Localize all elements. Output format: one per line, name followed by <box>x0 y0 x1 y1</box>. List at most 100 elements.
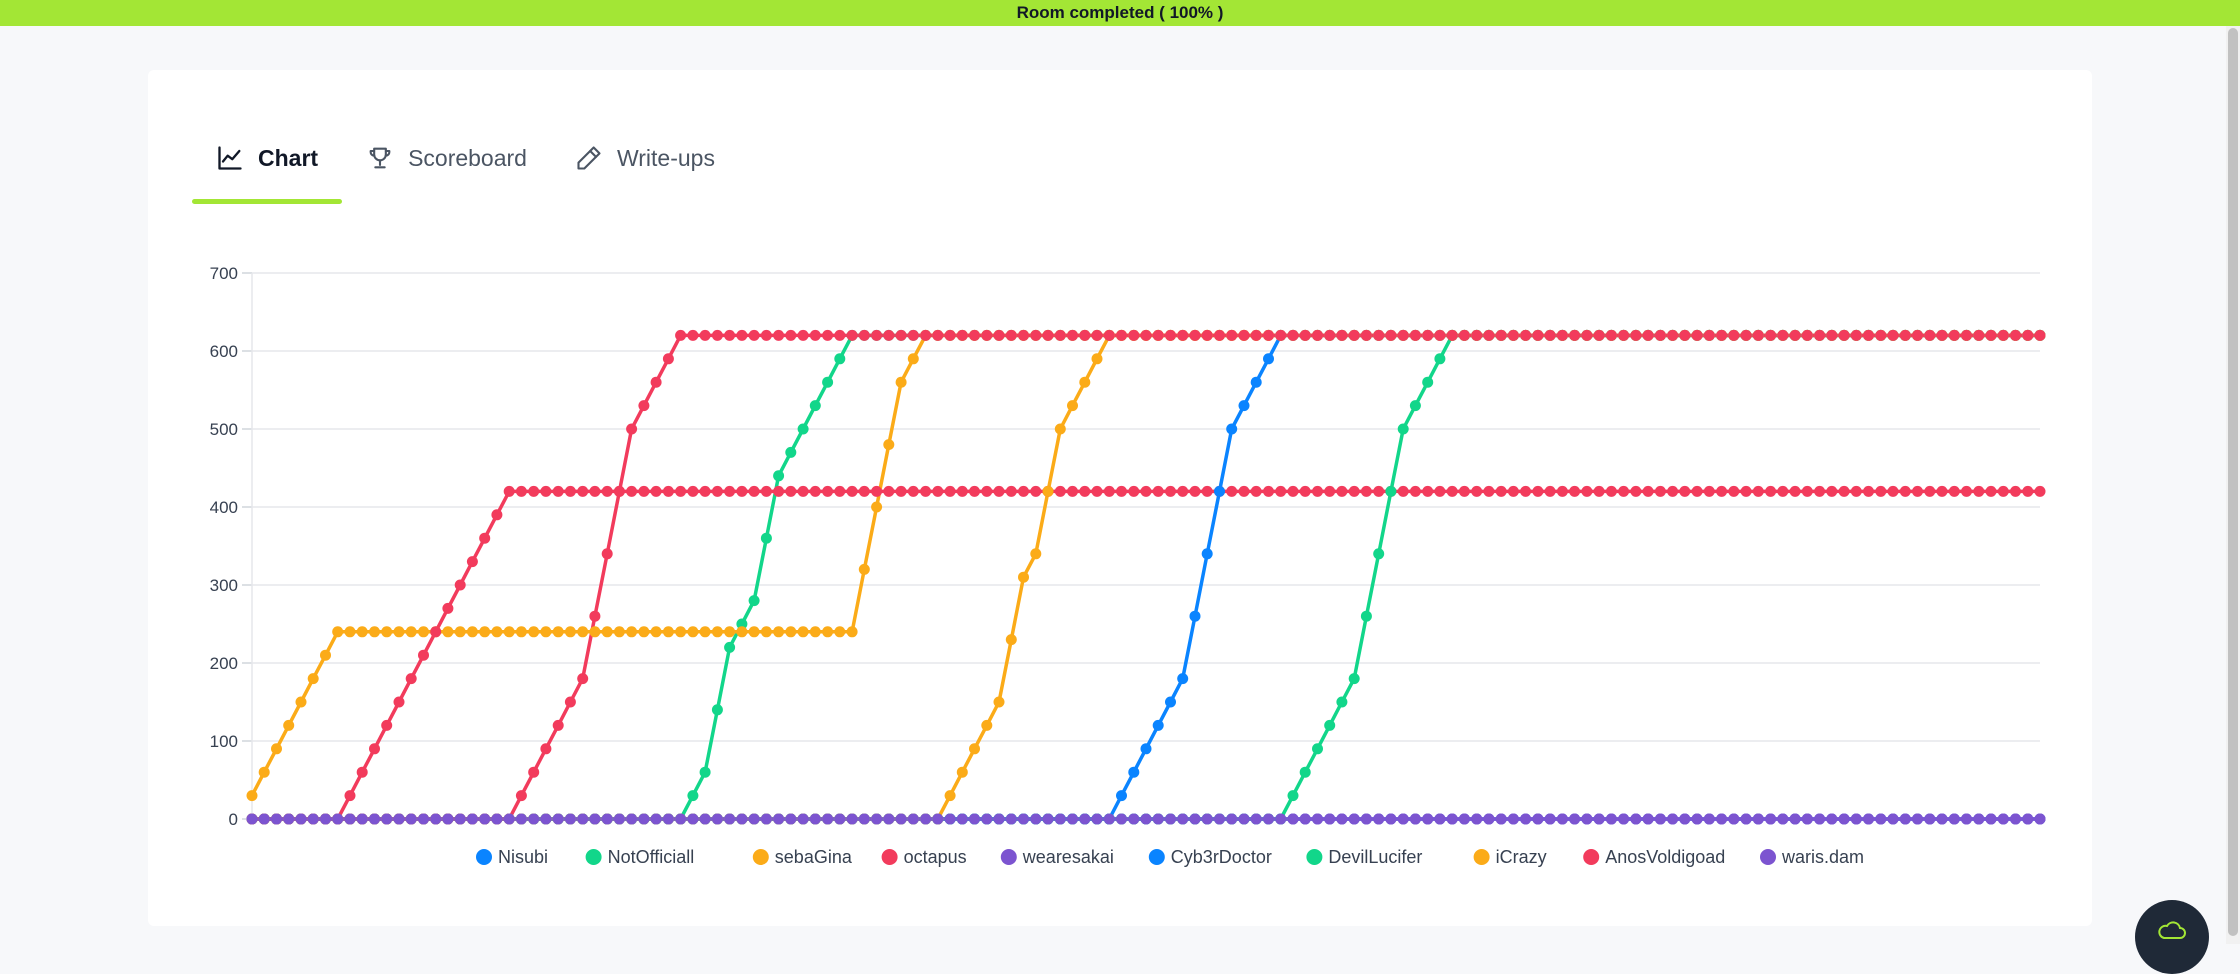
support-chat-button[interactable] <box>2135 900 2209 974</box>
data-point-iCrazy <box>981 719 993 731</box>
data-point-octapus <box>687 485 699 497</box>
data-point-iCrazy <box>1018 571 1029 583</box>
data-point-Cyb3rDoctor <box>1177 673 1189 685</box>
data-point-sebaGina <box>246 790 258 802</box>
data-point-waris.dam <box>638 813 650 825</box>
data-point-AnosVoldigoad <box>626 423 638 435</box>
y-tick-label: 700 <box>210 264 238 283</box>
data-point-waris.dam <box>601 813 613 825</box>
data-point-sebaGina <box>295 696 307 708</box>
data-point-sebaGina <box>675 626 687 638</box>
data-point-waris.dam <box>724 813 736 825</box>
data-point-waris.dam <box>307 813 319 825</box>
data-point-AnosVoldigoad <box>1752 329 1764 341</box>
data-point-octapus <box>1458 485 1470 497</box>
data-point-waris.dam <box>1569 813 1581 825</box>
data-point-octapus <box>1850 485 1862 497</box>
data-point-waris.dam <box>381 813 393 825</box>
data-point-waris.dam <box>907 813 919 825</box>
data-point-waris.dam <box>1054 813 1066 825</box>
data-point-AnosVoldigoad <box>1997 329 2009 341</box>
data-point-octapus <box>1765 485 1777 497</box>
data-point-octapus <box>1054 485 1066 497</box>
data-point-octapus <box>1152 485 1164 497</box>
data-point-waris.dam <box>1238 813 1250 825</box>
data-point-octapus <box>1165 485 1176 497</box>
data-point-AnosVoldigoad <box>2010 329 2021 341</box>
data-point-AnosVoldigoad <box>1630 329 1642 341</box>
data-point-octapus <box>1030 485 1042 497</box>
data-point-waris.dam <box>1973 813 1985 825</box>
data-point-waris.dam <box>258 813 270 825</box>
data-point-AnosVoldigoad <box>1116 329 1127 341</box>
legend-marker-octapus <box>881 849 898 865</box>
data-point-DevilLucifer <box>1336 696 1348 708</box>
data-point-octapus <box>405 673 417 685</box>
data-point-NotOfficiall <box>748 595 760 607</box>
data-point-AnosVoldigoad <box>699 329 711 341</box>
data-point-waris.dam <box>1667 813 1679 825</box>
data-point-AnosVoldigoad <box>748 329 760 341</box>
y-tick-label: 300 <box>210 576 238 595</box>
data-point-octapus <box>760 485 772 497</box>
data-point-NotOfficiall <box>760 532 772 544</box>
data-point-iCrazy <box>969 743 980 755</box>
data-point-octapus <box>1544 485 1556 497</box>
data-point-octapus <box>1324 485 1336 497</box>
data-point-octapus <box>1618 485 1630 497</box>
legend-label-wearesakai: wearesakai <box>1022 847 1114 867</box>
data-point-waris.dam <box>1348 813 1360 825</box>
data-point-octapus <box>1605 485 1617 497</box>
data-point-waris.dam <box>1005 813 1017 825</box>
data-point-waris.dam <box>871 813 883 825</box>
data-point-octapus <box>883 485 895 497</box>
data-point-waris.dam <box>1385 813 1397 825</box>
data-point-waris.dam <box>283 813 295 825</box>
data-point-octapus <box>601 485 613 497</box>
data-point-octapus <box>1434 485 1446 497</box>
data-point-NotOfficiall <box>797 423 809 435</box>
data-point-octapus <box>344 790 356 802</box>
data-point-waris.dam <box>1189 813 1201 825</box>
data-point-iCrazy <box>1079 376 1091 388</box>
data-point-waris.dam <box>1042 813 1054 825</box>
data-point-waris.dam <box>1336 813 1348 825</box>
data-point-waris.dam <box>295 813 307 825</box>
data-point-AnosVoldigoad <box>1507 329 1519 341</box>
data-point-AnosVoldigoad <box>809 329 821 341</box>
data-point-octapus <box>564 485 576 497</box>
data-point-octapus <box>1287 485 1299 497</box>
data-point-AnosVoldigoad <box>1985 329 1997 341</box>
data-point-waris.dam <box>1446 813 1458 825</box>
data-point-octapus <box>1103 485 1115 497</box>
data-point-Cyb3rDoctor <box>1214 485 1225 497</box>
data-point-octapus <box>1801 485 1813 497</box>
data-point-sebaGina <box>283 719 295 731</box>
data-point-AnosVoldigoad <box>1887 329 1899 341</box>
y-tick-label: 500 <box>210 420 238 439</box>
legend-label-iCrazy: iCrazy <box>1496 847 1547 867</box>
data-point-AnosVoldigoad <box>1263 329 1274 341</box>
data-point-AnosVoldigoad <box>1618 329 1630 341</box>
data-point-Cyb3rDoctor <box>1128 766 1140 778</box>
data-point-octapus <box>589 485 601 497</box>
data-point-AnosVoldigoad <box>650 376 662 388</box>
data-point-AnosVoldigoad <box>1703 329 1715 341</box>
data-point-AnosVoldigoad <box>1961 329 1972 341</box>
data-point-octapus <box>638 485 650 497</box>
data-point-iCrazy <box>1030 548 1042 560</box>
data-point-AnosVoldigoad <box>993 329 1005 341</box>
data-point-octapus <box>1838 485 1850 497</box>
data-point-waris.dam <box>271 813 282 825</box>
data-point-AnosVoldigoad <box>1912 329 1923 341</box>
data-point-sebaGina <box>662 626 674 638</box>
page-scrollbar-thumb[interactable] <box>2228 28 2238 936</box>
data-point-sebaGina <box>564 626 576 638</box>
data-point-waris.dam <box>1263 813 1274 825</box>
data-point-waris.dam <box>1103 813 1115 825</box>
data-point-AnosVoldigoad <box>1569 329 1581 341</box>
legend-label-AnosVoldigoad: AnosVoldigoad <box>1605 847 1725 867</box>
data-point-waris.dam <box>1899 813 1911 825</box>
data-point-sebaGina <box>822 626 834 638</box>
data-point-waris.dam <box>773 813 785 825</box>
